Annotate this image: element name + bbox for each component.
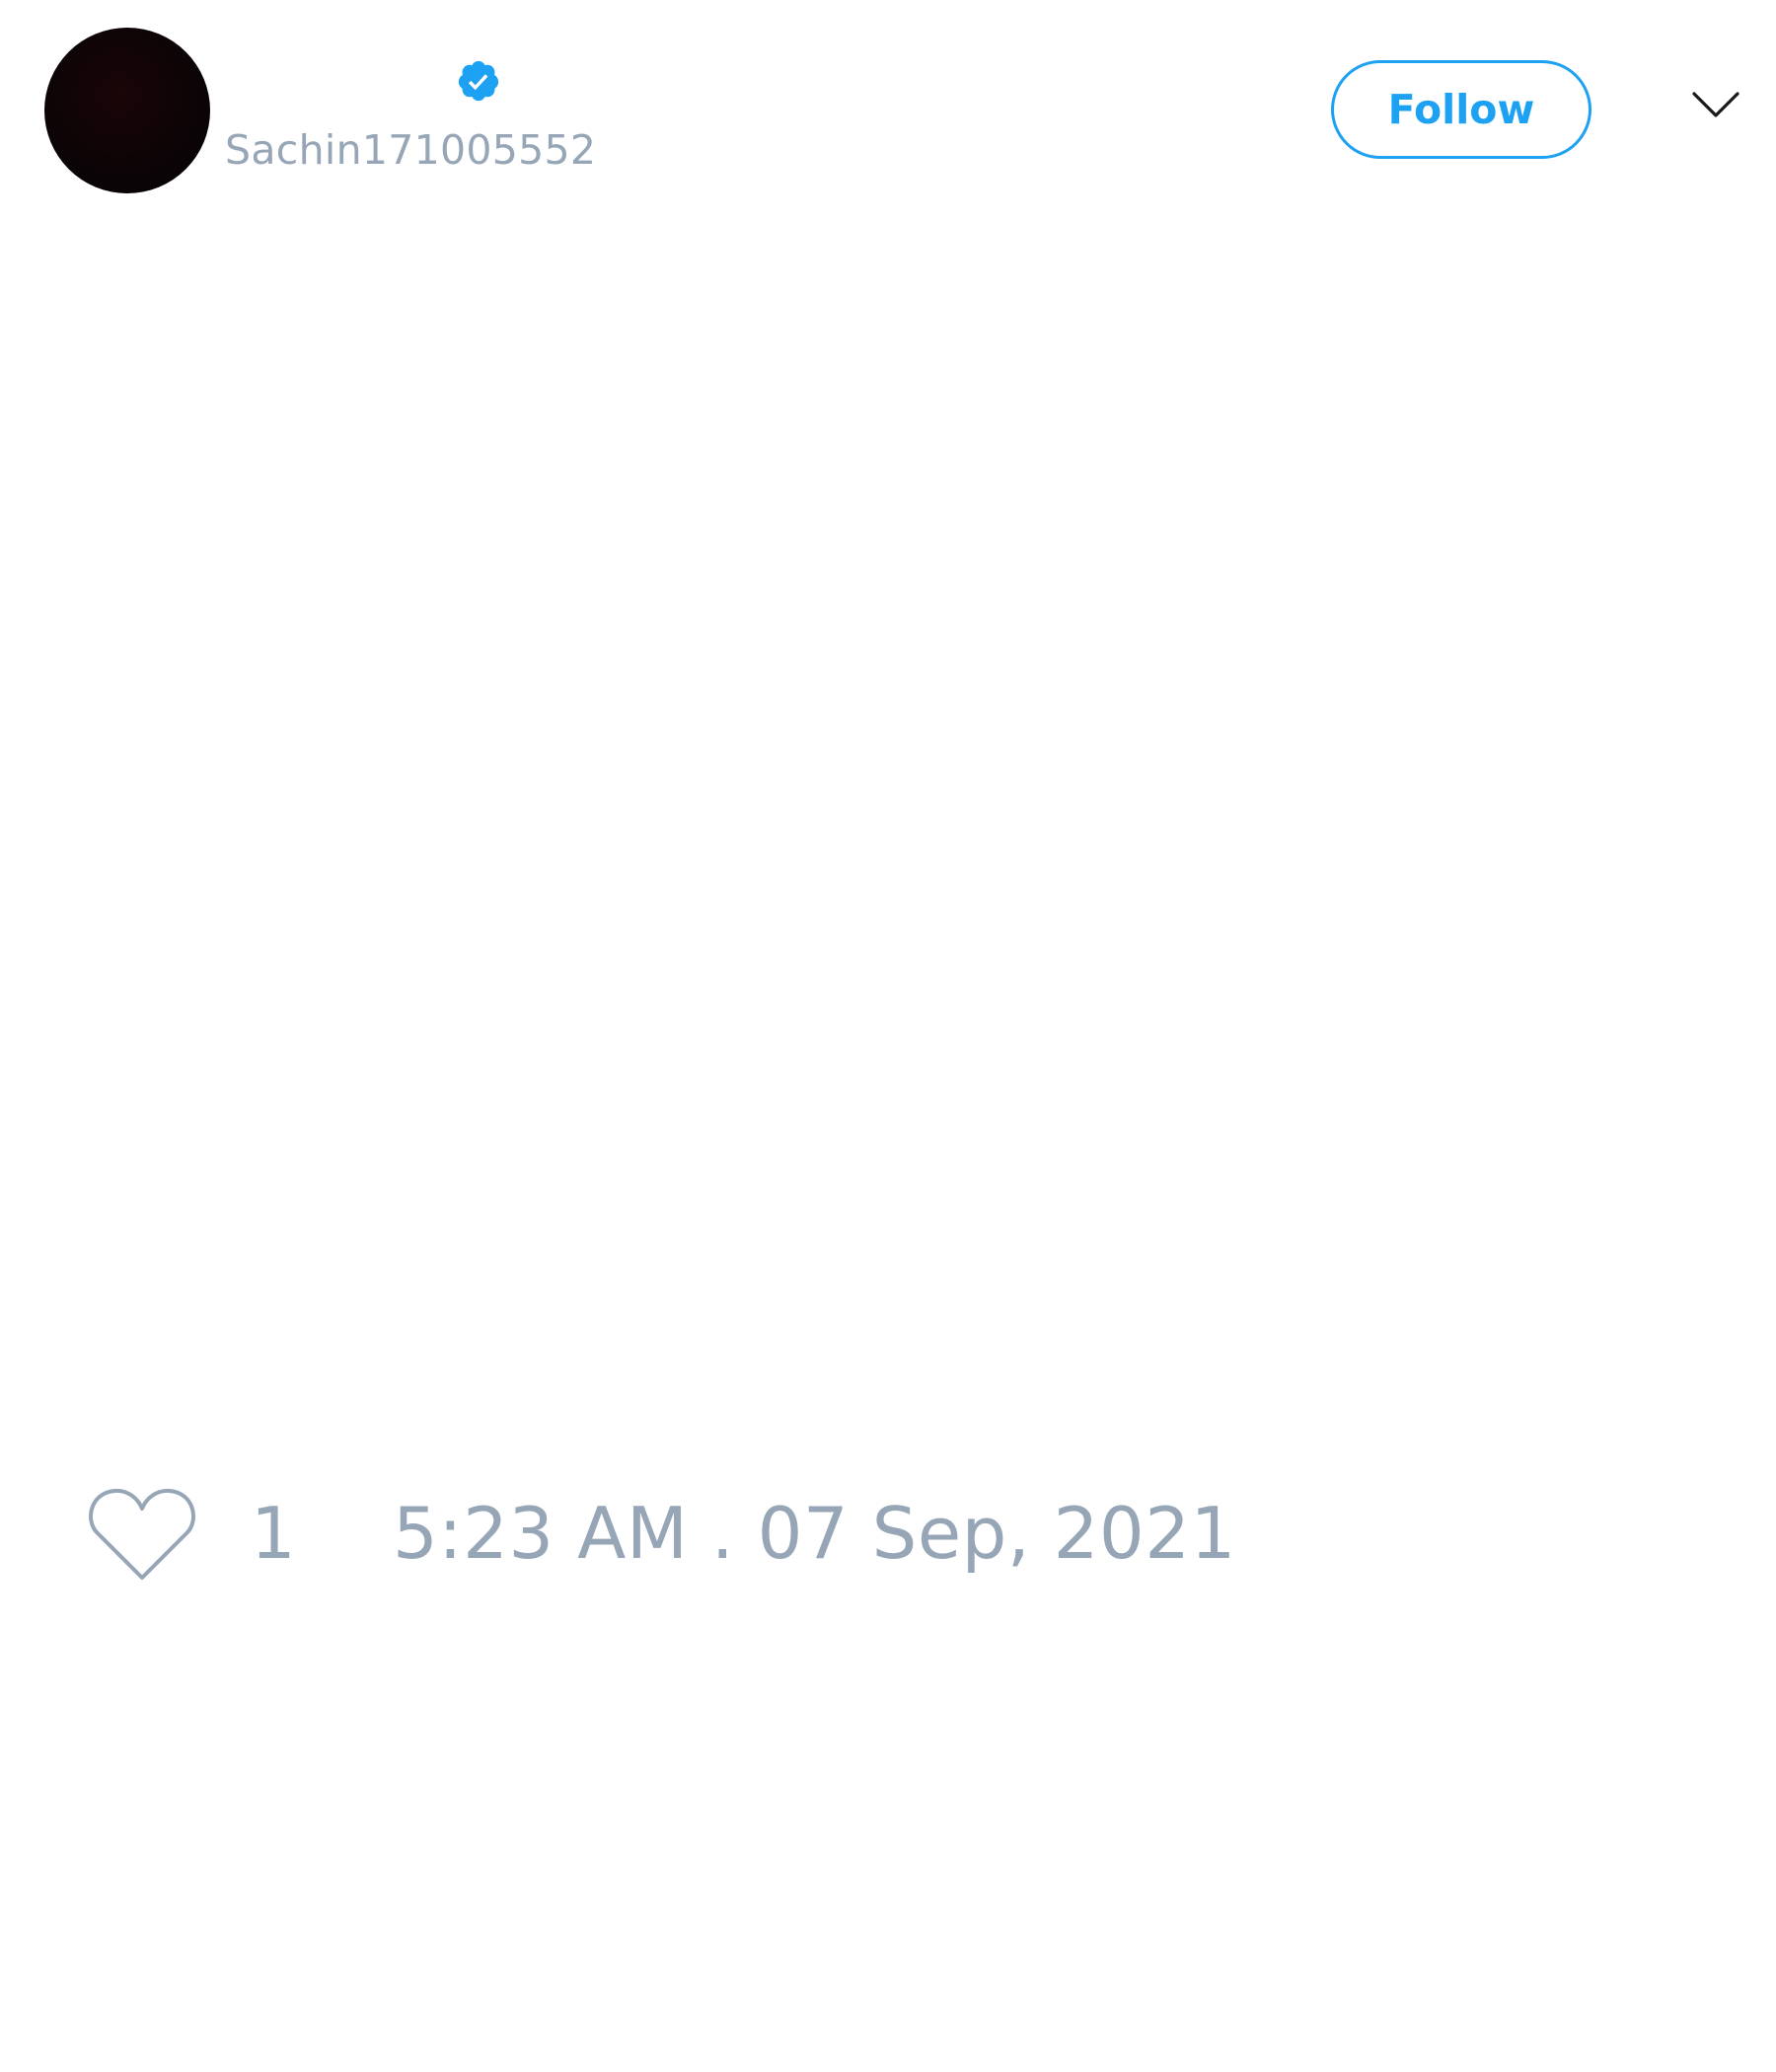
heart-icon[interactable] <box>87 1485 197 1584</box>
tweet-timestamp[interactable]: 5:23 AM . 07 Sep, 2021 <box>393 1491 1236 1576</box>
verified-badge-icon <box>458 60 499 102</box>
chevron-down-icon[interactable] <box>1691 89 1740 122</box>
follow-button[interactable]: Follow <box>1331 60 1591 159</box>
like-count: 1 <box>251 1492 296 1575</box>
avatar[interactable] <box>44 28 210 193</box>
user-handle[interactable]: Sachin171005552 <box>225 124 596 176</box>
